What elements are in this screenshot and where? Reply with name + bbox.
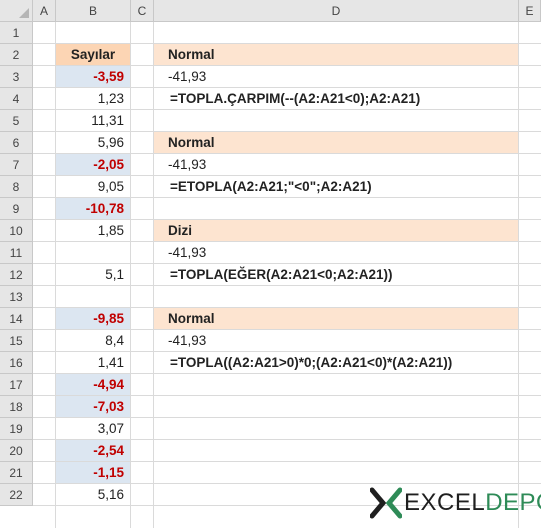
- cell-d10-header[interactable]: Dizi: [154, 220, 518, 241]
- row-header-19[interactable]: 19: [0, 418, 33, 440]
- cell-d3-value[interactable]: -41,93: [154, 66, 518, 87]
- cell-b20[interactable]: -2,54: [56, 440, 130, 461]
- column-header-a[interactable]: A: [33, 0, 56, 22]
- cell-b19[interactable]: 3,07: [56, 418, 130, 439]
- row-header-13[interactable]: 13: [0, 286, 33, 308]
- cell-b5[interactable]: 11,31: [56, 110, 130, 131]
- cell-d8-formula[interactable]: =ETOPLA(A2:A21;"<0";A2:A21): [154, 176, 518, 197]
- column-header-c[interactable]: C: [131, 0, 154, 22]
- cell-b3[interactable]: -3,59: [56, 66, 130, 87]
- cell-b10[interactable]: 1,85: [56, 220, 130, 241]
- row-header-16[interactable]: 16: [0, 352, 33, 374]
- row-header-6[interactable]: 6: [0, 132, 33, 154]
- cell-d14-header[interactable]: Normal: [154, 308, 518, 329]
- cell-b6[interactable]: 5,96: [56, 132, 130, 153]
- logo-text-depo: DEPO: [485, 489, 541, 516]
- cell-b7[interactable]: -2,05: [56, 154, 130, 175]
- select-all-corner[interactable]: [0, 0, 33, 22]
- row-header-10[interactable]: 10: [0, 220, 33, 242]
- row-header-18[interactable]: 18: [0, 396, 33, 418]
- row-header-4[interactable]: 4: [0, 88, 33, 110]
- cell-b17[interactable]: -4,94: [56, 374, 130, 395]
- cell-b15[interactable]: 8,4: [56, 330, 130, 351]
- cell-b4[interactable]: 1,23: [56, 88, 130, 109]
- row-header-8[interactable]: 8: [0, 176, 33, 198]
- cell-d16-formula[interactable]: =TOPLA((A2:A21>0)*0;(A2:A21<0)*(A2:A21)): [154, 352, 518, 373]
- row-header-3[interactable]: 3: [0, 66, 33, 88]
- row-header-17[interactable]: 17: [0, 374, 33, 396]
- gridline: [130, 22, 131, 528]
- cell-d15-value[interactable]: -41,93: [154, 330, 518, 351]
- column-header-d[interactable]: D: [154, 0, 519, 22]
- cell-b14[interactable]: -9,85: [56, 308, 130, 329]
- cell-d2-header[interactable]: Normal: [154, 44, 518, 65]
- row-header-22[interactable]: 22: [0, 484, 33, 506]
- cell-d11-value[interactable]: -41,93: [154, 242, 518, 263]
- spreadsheet-grid: A B C D E 1 2 3 4 5 6 7 8 9 10 11 12 13 14 15 16 17 18 19 20 21 22…: [0, 0, 541, 528]
- row-header-5[interactable]: 5: [0, 110, 33, 132]
- row-header-11[interactable]: 11: [0, 242, 33, 264]
- cell-b12[interactable]: 5,1: [56, 264, 130, 285]
- cell-b8[interactable]: 9,05: [56, 176, 130, 197]
- cell-b21[interactable]: -1,15: [56, 462, 130, 483]
- row-header-7[interactable]: 7: [0, 154, 33, 176]
- logo-text-excel: EXCEL: [404, 489, 486, 516]
- cell-b16[interactable]: 1,41: [56, 352, 130, 373]
- row-header-12[interactable]: 12: [0, 264, 33, 286]
- row-header-20[interactable]: 20: [0, 440, 33, 462]
- cell-b13[interactable]: [56, 286, 130, 307]
- cell-b11[interactable]: [56, 242, 130, 263]
- row-header-14[interactable]: 14: [0, 308, 33, 330]
- cell-d6-header[interactable]: Normal: [154, 132, 518, 153]
- column-header-b[interactable]: B: [56, 0, 131, 22]
- exceldepo-logo: EXCELDEPO: [369, 485, 541, 521]
- cell-d7-value[interactable]: -41,93: [154, 154, 518, 175]
- cell-b9[interactable]: -10,78: [56, 198, 130, 219]
- cell-b22[interactable]: 5,16: [56, 484, 130, 505]
- row-header-1[interactable]: 1: [0, 22, 33, 44]
- row-header-15[interactable]: 15: [0, 330, 33, 352]
- x-logo-icon: [369, 487, 403, 519]
- cell-d12-formula[interactable]: =TOPLA(EĞER(A2:A21<0;A2:A21)): [154, 264, 518, 285]
- row-header-21[interactable]: 21: [0, 462, 33, 484]
- gridline: [518, 22, 519, 528]
- cell-b18[interactable]: -7,03: [56, 396, 130, 417]
- column-header-e[interactable]: E: [519, 0, 541, 22]
- row-header-9[interactable]: 9: [0, 198, 33, 220]
- cell-d4-formula[interactable]: =TOPLA.ÇARPIM(--(A2:A21<0);A2:A21): [154, 88, 518, 109]
- cell-b2-header[interactable]: Sayılar: [56, 44, 130, 65]
- row-header-2[interactable]: 2: [0, 44, 33, 66]
